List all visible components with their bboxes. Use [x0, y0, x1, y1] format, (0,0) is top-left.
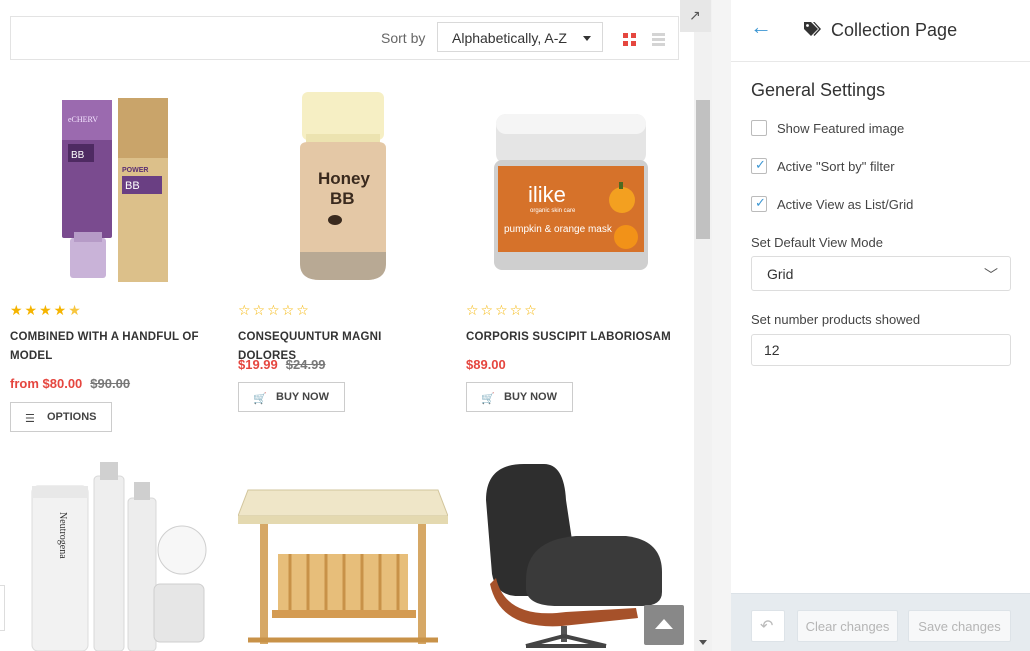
collection-toolbar: Sort by Alphabetically, A-Z: [10, 16, 679, 60]
product-image[interactable]: Honey BB: [238, 92, 438, 292]
sidebar-footer: ↶ Clear changes Save changes: [731, 593, 1030, 651]
panel-divider: [712, 0, 731, 651]
partial-element: [0, 585, 5, 631]
clear-changes-button[interactable]: Clear changes: [797, 610, 898, 642]
ilike-text: ilike: [528, 182, 566, 207]
expand-arrow-icon: ↗: [689, 7, 701, 23]
buy-now-button[interactable]: 🛒 BUY NOW: [466, 382, 573, 412]
product-title[interactable]: CORPORIS SUSCIPIT LABORIOSAM: [466, 328, 671, 347]
scrollbar-thumb[interactable]: [696, 100, 710, 239]
check-icon: ✓: [755, 195, 766, 210]
product-image[interactable]: POWER BB eCHERV BB: [10, 92, 210, 292]
mask-name-text: pumpkin & orange mask: [504, 224, 613, 235]
undo-icon: ↶: [760, 618, 774, 635]
back-arrow-icon[interactable]: ←: [750, 14, 772, 40]
options-button[interactable]: ☰ OPTIONS: [10, 402, 112, 432]
chevron-down-icon: ﹀: [984, 267, 998, 283]
product-price: $89.00: [466, 357, 506, 372]
old-price: $24.99: [285, 357, 326, 372]
preview-scrollbar[interactable]: [694, 0, 712, 651]
cart-icon: 🛒: [253, 393, 267, 405]
save-changes-button[interactable]: Save changes: [908, 610, 1011, 642]
arrow-up-icon: [655, 619, 673, 629]
default-view-value: Grid: [767, 266, 794, 282]
ilike-sub-text: organic skin care: [530, 208, 576, 214]
box-bb-text: BB: [125, 180, 140, 192]
back-to-top-button[interactable]: [644, 605, 684, 645]
old-price: $90.00: [90, 376, 131, 391]
cart-icon: 🛒: [481, 393, 495, 405]
product-image[interactable]: [466, 460, 666, 651]
product-image[interactable]: Neutrogena: [10, 462, 210, 651]
list-view-icon[interactable]: [652, 33, 665, 46]
sidebar-title: Collection Page: [831, 20, 958, 40]
sort-by-select[interactable]: Alphabetically, A-Z: [437, 22, 603, 52]
scroll-down-arrow-icon[interactable]: [699, 640, 707, 645]
check-icon: ✓: [755, 157, 766, 172]
caret-down-icon: [583, 36, 591, 41]
checkbox[interactable]: ✓: [751, 157, 767, 174]
buy-now-button[interactable]: 🛒 BUY NOW: [238, 382, 345, 412]
honey-text: Honey: [318, 169, 371, 188]
product-price: $19.99 $24.99: [238, 357, 326, 372]
menu-icon: ☰: [25, 413, 35, 425]
settings-sidebar: ← Collection Page General Settings Show …: [731, 0, 1030, 651]
checkbox-label: Active "Sort by" filter: [777, 159, 895, 174]
product-image[interactable]: ilike organic skin care pumpkin & orange…: [466, 92, 666, 292]
product-price: from $80.00 $90.00: [10, 376, 131, 391]
tube-brand-text: eCHERV: [68, 115, 98, 124]
collection-preview: Sort by Alphabetically, A-Z POWER BB eCH…: [0, 0, 712, 651]
rating-stars: ★★★★★: [10, 302, 83, 318]
checkbox[interactable]: [751, 120, 767, 136]
sort-by-label: Sort by: [381, 30, 426, 46]
sort-by-value: Alphabetically, A-Z: [452, 30, 567, 46]
tags-icon: [804, 22, 821, 36]
number-products-label: Set number products showed: [751, 312, 921, 327]
checkbox-label: Show Featured image: [777, 121, 905, 136]
product-image[interactable]: [238, 470, 448, 651]
default-view-select[interactable]: Grid ﹀: [751, 256, 1011, 291]
collapse-sidebar-button[interactable]: ↗: [680, 0, 711, 32]
tube-bb-text: BB: [71, 150, 85, 161]
grid-view-icon[interactable]: [623, 33, 636, 46]
sidebar-header: ← Collection Page: [731, 0, 1030, 62]
rating-stars: ☆☆☆☆☆: [466, 302, 539, 318]
product-title[interactable]: COMBINED WITH A HANDFUL OF MODEL: [10, 328, 215, 366]
box-power-text: POWER: [122, 167, 148, 174]
bb-text: BB: [330, 189, 355, 208]
checkbox[interactable]: ✓: [751, 195, 767, 212]
checkbox-label: Active View as List/Grid: [777, 197, 914, 212]
default-view-label: Set Default View Mode: [751, 235, 883, 250]
undo-button[interactable]: ↶: [751, 610, 785, 642]
neutrogena-text: Neutrogena: [57, 512, 68, 559]
number-products-input[interactable]: 12: [751, 334, 1011, 366]
rating-stars: ☆☆☆☆☆: [238, 302, 311, 318]
section-title: General Settings: [751, 80, 886, 100]
number-products-value: 12: [764, 342, 780, 358]
